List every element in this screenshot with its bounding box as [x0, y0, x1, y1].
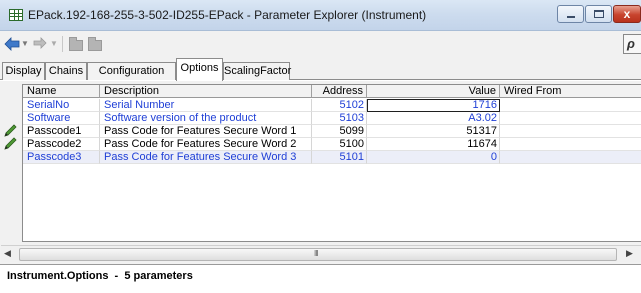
parameter-grid: Name Description Address Value Wired Fro… — [22, 84, 641, 242]
close-button[interactable]: x — [613, 5, 641, 23]
cell-value[interactable]: 1716 — [367, 99, 500, 112]
toolbar: ▼ ▼ ρ — [0, 31, 641, 58]
arrow-right-icon — [33, 37, 47, 49]
cell-address: 5100 — [312, 138, 367, 151]
cell-wired-from[interactable] — [500, 99, 641, 112]
cell-address: 5103 — [312, 112, 367, 125]
cell-wired-from[interactable] — [500, 112, 641, 125]
cell-name: Passcode2 — [23, 138, 100, 151]
column-header-address[interactable]: Address — [312, 85, 367, 98]
cell-value[interactable]: 51317 — [367, 125, 500, 138]
cell-description: Serial Number — [100, 99, 312, 112]
cell-name: Passcode1 — [23, 125, 100, 138]
pencil-icon — [3, 137, 19, 150]
cell-wired-from[interactable] — [500, 138, 641, 151]
cell-name: Software — [23, 112, 100, 125]
cell-address: 5102 — [312, 99, 367, 112]
cell-value[interactable]: 0 — [367, 151, 500, 164]
forward-button[interactable] — [33, 37, 47, 51]
tab-strip: Display Chains Configuration Options Sca… — [0, 58, 641, 81]
column-header-description[interactable]: Description — [100, 85, 312, 98]
scroll-left-icon[interactable]: ◀ — [4, 248, 11, 259]
title-bar: EPack.192-168-255-3-502-ID255-EPack - Pa… — [0, 0, 641, 31]
back-dropdown-button[interactable]: ▼ — [21, 37, 29, 51]
toolbar-separator — [62, 36, 63, 52]
table-icon — [9, 9, 23, 21]
maximize-icon — [594, 10, 604, 18]
cell-description: Software version of the product — [100, 112, 312, 125]
column-header-wired-from[interactable]: Wired From — [500, 85, 641, 98]
cell-description: Pass Code for Features Secure Word 3 — [100, 151, 312, 164]
tab-chains[interactable]: Chains — [45, 62, 87, 80]
cell-name: Passcode3 — [23, 151, 100, 164]
table-row[interactable]: Passcode3 Pass Code for Features Secure … — [23, 151, 641, 164]
scroll-right-icon[interactable]: ▶ — [626, 248, 633, 259]
cell-wired-from[interactable] — [500, 151, 641, 164]
folder-icon[interactable] — [88, 37, 102, 51]
tab-display[interactable]: Display — [2, 62, 45, 80]
minimize-icon — [567, 16, 575, 18]
column-header-value[interactable]: Value — [367, 85, 500, 98]
cell-address: 5099 — [312, 125, 367, 138]
table-row[interactable]: SerialNo Serial Number 5102 1716 — [23, 99, 641, 112]
tab-options[interactable]: Options — [176, 58, 223, 81]
close-icon: x — [623, 7, 631, 21]
cell-wired-from[interactable] — [500, 125, 641, 138]
parameter-panel: Name Description Address Value Wired Fro… — [0, 81, 641, 293]
arrow-left-icon — [4, 37, 20, 51]
cell-description: Pass Code for Features Secure Word 2 — [100, 138, 312, 151]
cell-value[interactable]: A3.02 — [367, 112, 500, 125]
tab-scalingfactor[interactable]: ScalingFactor — [223, 62, 291, 80]
cell-value[interactable]: 11674 — [367, 138, 500, 151]
table-row[interactable]: Passcode2 Pass Code for Features Secure … — [23, 138, 641, 151]
forward-dropdown-button[interactable]: ▼ — [50, 37, 58, 51]
cell-description: Pass Code for Features Secure Word 1 — [100, 125, 312, 138]
search-icon: ρ — [627, 36, 635, 51]
minimize-button[interactable] — [557, 5, 584, 23]
tab-configuration[interactable]: Configuration — [87, 62, 176, 80]
cell-name: SerialNo — [23, 99, 100, 112]
search-button[interactable]: ρ — [623, 34, 641, 54]
cell-address: 5101 — [312, 151, 367, 164]
window-title: EPack.192-168-255-3-502-ID255-EPack - Pa… — [28, 8, 427, 22]
folder-up-icon[interactable] — [69, 37, 83, 51]
scrollbar-thumb[interactable]: III — [19, 248, 617, 261]
horizontal-scrollbar[interactable]: ◀ III ▶ — [1, 245, 641, 262]
column-header-name[interactable]: Name — [23, 85, 100, 98]
maximize-button[interactable] — [585, 5, 612, 23]
scrollbar-grip: III — [314, 249, 319, 258]
table-row[interactable]: Software Software version of the product… — [23, 112, 641, 125]
table-row[interactable]: Passcode1 Pass Code for Features Secure … — [23, 125, 641, 138]
status-bar: Instrument.Options - 5 parameters — [0, 264, 641, 293]
pencil-icon — [3, 124, 19, 137]
status-text: Instrument.Options - 5 parameters — [7, 270, 193, 282]
back-button[interactable] — [4, 37, 20, 51]
